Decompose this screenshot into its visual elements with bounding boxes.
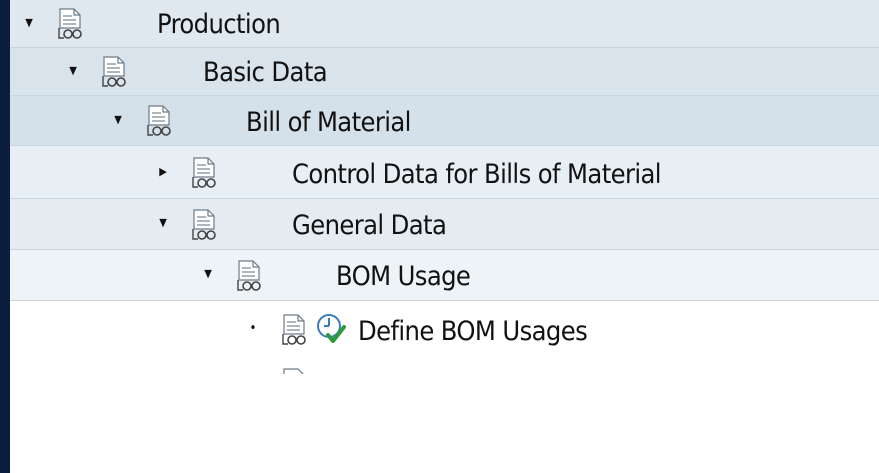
- tree-node-label: Bill of Material: [246, 107, 411, 138]
- document-glasses-icon: [192, 209, 218, 243]
- document-glasses-icon: [282, 314, 308, 348]
- tree-node-define-bom-usages[interactable]: • Define BOM Usages: [10, 301, 879, 356]
- expanded-arrow-icon[interactable]: ▼: [111, 111, 125, 129]
- tree-node-bom-usage[interactable]: ▼ BOM Usage: [10, 250, 879, 301]
- document-glasses-icon: [147, 105, 173, 139]
- document-glasses-icon: [192, 157, 218, 191]
- tree-node-label: BOM Usage: [336, 261, 471, 292]
- img-tree-panel: ▼ Production ▼ Basic Data ▼ Bill of Mate…: [10, 0, 879, 473]
- expanded-arrow-icon[interactable]: ▼: [22, 14, 36, 32]
- tree-node-bill-of-material[interactable]: ▼ Bill of Material: [10, 96, 879, 146]
- collapsed-arrow-icon[interactable]: ▶: [156, 163, 170, 181]
- document-glasses-icon: [58, 8, 84, 42]
- tree-node-label: General Data: [292, 210, 447, 241]
- tree-node-general-data[interactable]: ▼ General Data: [10, 199, 879, 250]
- clock-check-icon[interactable]: [316, 313, 346, 345]
- expanded-arrow-icon[interactable]: ▼: [201, 265, 215, 283]
- expanded-arrow-icon[interactable]: ▼: [156, 214, 170, 232]
- tree-node-label: Production: [157, 9, 281, 40]
- tree-node-partial: [10, 356, 879, 473]
- tree-node-basic-data[interactable]: ▼ Basic Data: [10, 48, 879, 96]
- document-glasses-icon: [282, 368, 308, 374]
- tree-node-label: Basic Data: [203, 57, 328, 88]
- leaf-bullet-icon: •: [249, 321, 257, 336]
- tree-node-label: Define BOM Usages: [358, 316, 588, 347]
- expanded-arrow-icon[interactable]: ▼: [66, 62, 80, 80]
- document-glasses-icon: [237, 260, 263, 294]
- document-glasses-icon: [102, 56, 128, 90]
- tree-node-control-data[interactable]: ▶ Control Data for Bills of Material: [10, 146, 879, 199]
- tree-node-label: Control Data for Bills of Material: [292, 159, 662, 190]
- tree-node-production[interactable]: ▼ Production: [10, 0, 879, 48]
